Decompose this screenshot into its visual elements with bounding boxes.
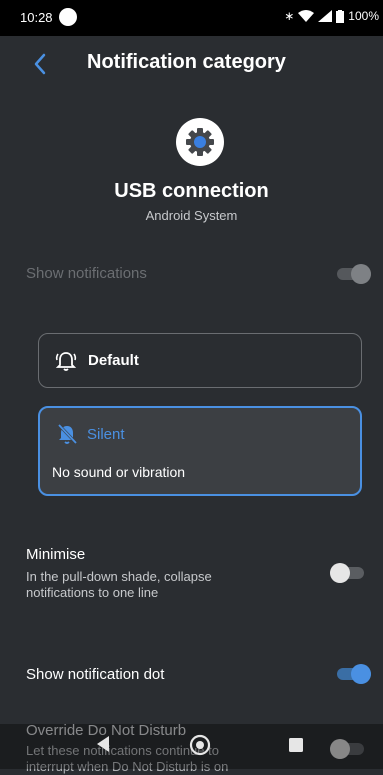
show-notifications-toggle[interactable] [337, 264, 371, 284]
show-notifications-label: Show notifications [26, 265, 147, 282]
default-option-label: Default [88, 352, 139, 369]
page-title: Notification category [87, 51, 286, 73]
nav-recents-icon[interactable] [288, 737, 304, 753]
notification-dot-toggle[interactable] [337, 664, 371, 684]
bluetooth-icon: ∗ [284, 9, 295, 23]
minimise-subtitle-line1: In the pull-down shade, collapse [26, 569, 212, 584]
app-name: USB connection [114, 180, 269, 202]
back-button[interactable] [22, 46, 58, 82]
wifi-icon [298, 10, 315, 22]
signal-icon [318, 10, 333, 22]
app-source: Android System [145, 208, 238, 223]
battery-percent: 100% [348, 9, 379, 23]
silent-option-card[interactable]: Silent No sound or vibration [38, 406, 362, 496]
default-option-card[interactable]: Default [38, 333, 362, 388]
notification-dot-indicator-icon [59, 8, 77, 26]
status-icons: ∗ 100% [284, 9, 379, 23]
bell-off-icon [57, 423, 78, 445]
silent-option-description: No sound or vibration [52, 464, 186, 480]
minimise-title: Minimise [26, 546, 86, 563]
gear-icon [176, 118, 224, 166]
minimise-subtitle-line2: notifications to one line [26, 585, 159, 600]
nav-back-icon[interactable] [95, 735, 111, 753]
minimise-toggle[interactable] [330, 563, 364, 583]
back-arrow-icon [34, 53, 46, 75]
silent-option-label: Silent [87, 426, 125, 443]
status-time: 10:28 [20, 10, 53, 25]
notification-dot-title: Show notification dot [26, 666, 165, 683]
bell-icon [55, 352, 77, 371]
battery-icon [336, 9, 345, 23]
nav-home-icon[interactable] [188, 733, 212, 757]
